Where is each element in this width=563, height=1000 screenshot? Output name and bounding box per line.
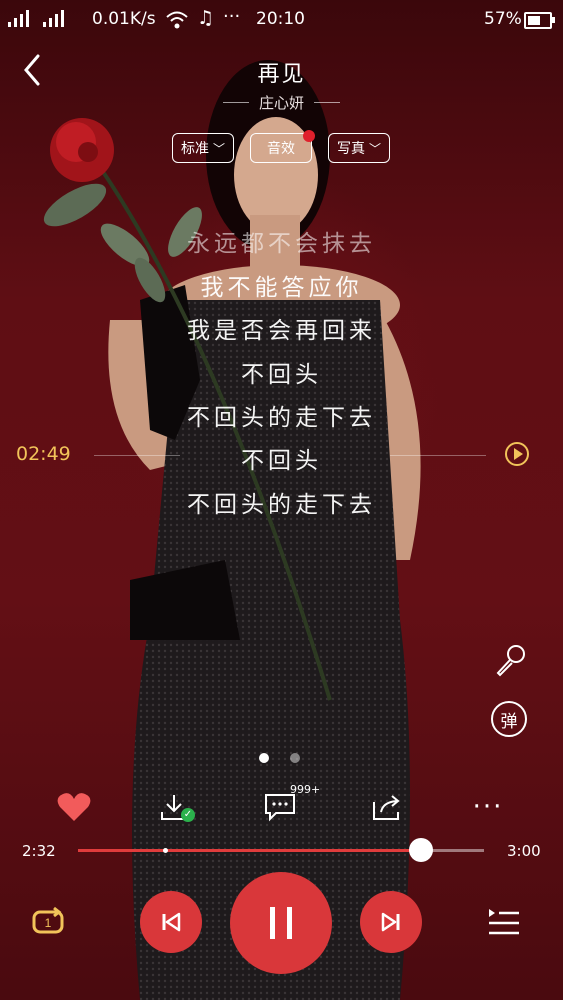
lyric-seek-line — [390, 455, 486, 456]
check-icon: ✓ — [181, 808, 195, 822]
next-button[interactable] — [360, 891, 422, 953]
more-button[interactable]: ··· — [466, 785, 510, 829]
tab-label: 音效 — [267, 141, 295, 157]
tab-label: 标准 — [180, 141, 209, 157]
lyric-line-current: 不回头 — [241, 448, 322, 474]
page-dot-active[interactable] — [259, 753, 269, 763]
more-status-icon: ··· — [223, 6, 241, 27]
wifi-icon — [166, 11, 188, 29]
lyric-line: 不回头的走下去 — [187, 405, 376, 431]
lyric-line: 我不能答应你 — [200, 275, 363, 301]
playlist-icon[interactable] — [487, 905, 521, 939]
previous-icon — [162, 912, 181, 932]
pause-button[interactable] — [230, 872, 332, 974]
share-button[interactable] — [365, 785, 409, 829]
chevron-down-icon: ﹀ — [368, 141, 381, 156]
battery-percent: 57% — [484, 9, 522, 29]
clock: 20:10 — [256, 9, 305, 29]
lyric-line: 永远都不会抹去 — [187, 231, 376, 257]
buffer-marker — [163, 848, 168, 853]
danmu-label: 弹 — [500, 711, 518, 732]
battery-icon — [524, 12, 555, 29]
tab-photo[interactable]: 写真 ﹀ — [328, 133, 390, 163]
next-icon — [381, 912, 400, 932]
chevron-down-icon: ﹀ — [212, 141, 225, 156]
svg-text:1: 1 — [45, 916, 52, 930]
comment-count-badge: 999+ — [290, 783, 321, 796]
like-button[interactable] — [52, 785, 96, 829]
status-bar: 0.01K/s ♫ ··· 20:10 57% — [0, 0, 563, 40]
danmu-button[interactable]: 弹 — [491, 701, 527, 737]
current-time: 2:32 — [22, 842, 56, 860]
lyric-seek-time: 02:49 — [16, 443, 71, 465]
signal-icon — [8, 10, 64, 27]
lyric-seek-play-icon[interactable] — [505, 442, 529, 466]
progress-fill — [78, 849, 421, 852]
artist-name[interactable]: 庄心妍 — [259, 92, 304, 113]
pause-icon — [270, 907, 292, 939]
lyric-line: 不回头的走下去 — [187, 492, 376, 518]
song-title: 再见 — [257, 62, 306, 87]
previous-button[interactable] — [140, 891, 202, 953]
tab-label: 写真 — [336, 141, 365, 157]
microphone-icon[interactable] — [492, 642, 528, 678]
page-dot[interactable] — [290, 753, 300, 763]
lyric-seek-line — [94, 455, 180, 456]
progress-knob[interactable] — [408, 838, 433, 862]
network-speed: 0.01K/s — [92, 9, 156, 29]
artist-row: 庄心妍 — [0, 92, 563, 113]
loop-one-icon[interactable]: 1 — [30, 904, 66, 940]
action-row: ··· — [0, 785, 563, 829]
tab-standard[interactable]: 标准 ﹀ — [172, 133, 234, 163]
more-icon: ··· — [472, 792, 504, 822]
total-time: 3:00 — [507, 842, 541, 860]
lyric-line: 我是否会再回来 — [187, 318, 376, 344]
music-note-icon: ♫ — [197, 7, 215, 29]
share-icon — [373, 795, 400, 820]
download-button[interactable] — [152, 785, 196, 829]
new-dot-badge — [303, 130, 315, 142]
lyric-line: 不回头 — [241, 362, 322, 388]
heart-icon — [57, 793, 91, 821]
